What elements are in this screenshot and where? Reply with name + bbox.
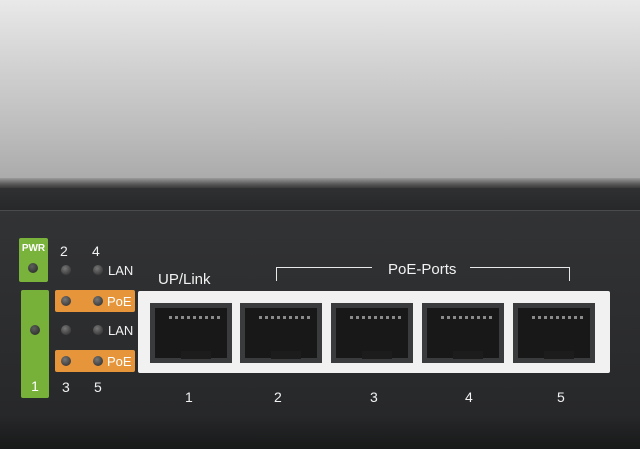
lan-label-top: LAN (108, 263, 134, 278)
port-number-5: 5 (557, 389, 565, 405)
ethernet-port-3[interactable] (331, 303, 413, 363)
port-4-socket (427, 308, 499, 359)
port-number-3: 3 (370, 389, 378, 405)
led-column-label-5: 5 (94, 379, 102, 395)
port-number-2: 2 (274, 389, 282, 405)
lan-led-2 (61, 265, 71, 275)
led-column-label-2: 2 (60, 243, 68, 259)
switch-top-cover (0, 0, 640, 184)
ethernet-port-4[interactable] (422, 303, 504, 363)
network-switch-photo: PWR 2 4 LAN 1 PoE LAN PoE 3 5 UP/Link Po… (0, 0, 640, 449)
ethernet-port-5[interactable] (513, 303, 595, 363)
poe-indicator-bottom: PoE (55, 350, 135, 372)
port-2-socket (245, 308, 317, 359)
port-number-1: 1 (185, 389, 193, 405)
poe-indicator-top: PoE (55, 290, 135, 312)
power-indicator: PWR (19, 238, 48, 282)
poe-label-bottom: PoE (107, 354, 132, 369)
poe-ports-label: PoE-Ports (388, 261, 457, 278)
poe-led-3 (61, 356, 71, 366)
switch-front-upper-band (0, 188, 640, 210)
port-3-socket (336, 308, 408, 359)
ethernet-port-panel (138, 291, 610, 373)
poe-led-4 (93, 296, 103, 306)
poe-label-top: PoE (107, 294, 132, 309)
lan-label-mid: LAN (108, 323, 134, 338)
port-number-4: 4 (465, 389, 473, 405)
lan-led-5 (93, 325, 103, 335)
ethernet-port-1[interactable] (150, 303, 232, 363)
power-label: PWR (21, 243, 46, 254)
poe-led-2 (61, 296, 71, 306)
switch-top-rim (0, 178, 640, 188)
bottom-shadow (0, 415, 640, 449)
port-1-socket (155, 308, 227, 359)
uplink-number: 1 (31, 378, 39, 394)
power-led (28, 263, 38, 273)
port-5-socket (518, 308, 590, 359)
uplink-label: UP/Link (158, 271, 211, 288)
led-column-label-4: 4 (92, 243, 100, 259)
uplink-led-strip: 1 (21, 290, 49, 398)
uplink-led (30, 325, 40, 335)
led-column-label-3: 3 (62, 379, 70, 395)
lan-led-4 (93, 265, 103, 275)
lan-led-3 (61, 325, 71, 335)
poe-led-5 (93, 356, 103, 366)
front-panel-edge (0, 210, 640, 211)
ethernet-port-2[interactable] (240, 303, 322, 363)
